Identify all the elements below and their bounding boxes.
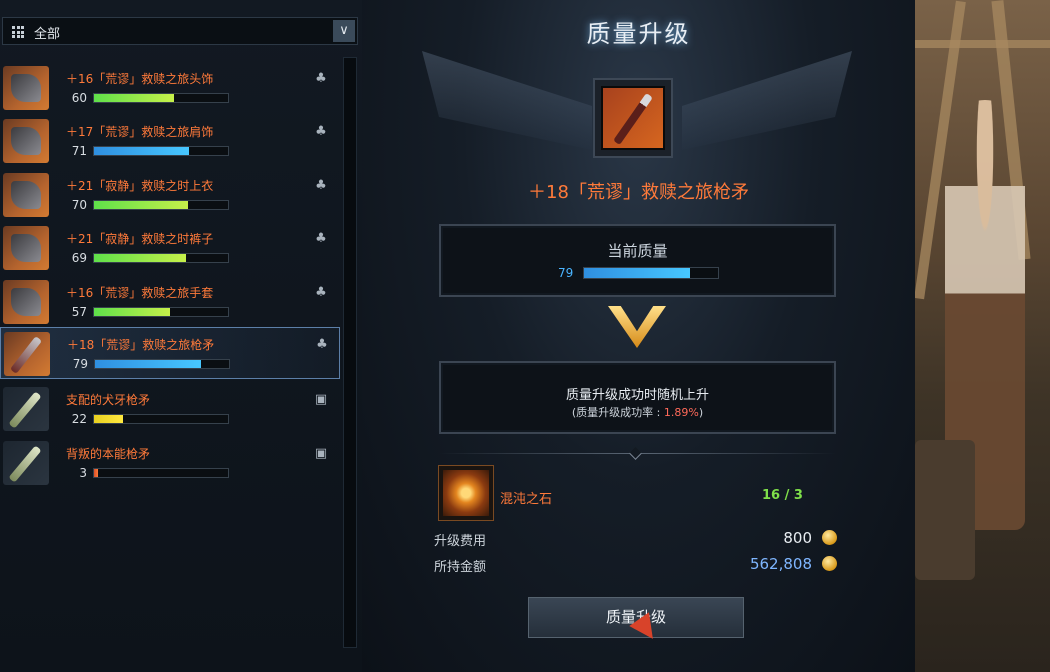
item-quality-bar — [93, 468, 229, 478]
item-quality-bar — [93, 307, 229, 317]
class-emblem-icon: ♣ — [315, 285, 327, 300]
class-emblem-icon: ♣ — [316, 337, 328, 352]
filter-dropdown[interactable]: 全部 ∨ — [2, 17, 358, 45]
item-quality-value: 22 — [71, 412, 87, 426]
item-quality-value: 3 — [79, 466, 87, 480]
current-quality-box: 当前质量 79 — [439, 224, 836, 297]
barrel — [915, 440, 975, 580]
quality-upgrade-panel: 质量升级 ＋18「荒谬」救赎之旅枪矛 当前质量 79 质量升级成功时随机上升 (… — [362, 0, 915, 672]
success-rate-value: 1.89% — [663, 406, 699, 419]
gold-coin-icon — [822, 530, 837, 545]
item-quality-bar — [94, 359, 230, 369]
chest-icon: ▣ — [314, 392, 328, 407]
current-quality-bar-fill — [584, 268, 690, 278]
upgrade-cost-value: 800 — [783, 529, 812, 547]
item-name: ＋21「寂静」救赎之时裤子 — [66, 232, 214, 246]
item-quality-bar-fill — [94, 254, 187, 262]
item-row[interactable]: ＋21「寂静」救赎之时上衣 70 ♣ — [0, 169, 340, 221]
material-name: 混沌之石 — [500, 492, 553, 507]
spear-icon — [4, 332, 50, 376]
item-quality-bar — [93, 93, 229, 103]
grid-icon — [12, 26, 24, 38]
current-quality-bar — [583, 267, 719, 279]
item-quality-value: 71 — [71, 144, 87, 158]
item-quality-bar — [93, 200, 229, 210]
upgrade-info-text: 质量升级成功时随机上升 — [565, 388, 709, 403]
item-quality-bar-fill — [94, 201, 188, 209]
upgrade-cost-label: 升级费用 — [434, 534, 487, 549]
wing-ornament — [682, 40, 852, 150]
item-name: ＋21「寂静」救赎之时上衣 — [66, 179, 214, 193]
class-emblem-icon: ♣ — [315, 231, 327, 246]
current-quality-value: 79 — [558, 266, 574, 280]
item-name: 支配的犬牙枪矛 — [66, 393, 151, 407]
item-quality-value: 79 — [72, 357, 88, 371]
class-emblem-icon: ♣ — [315, 124, 327, 139]
item-quality-value: 60 — [71, 91, 87, 105]
item-row[interactable]: ＋16「荒谬」救赎之旅头饰 60 ♣ — [0, 62, 340, 114]
owned-gold-label: 所持金额 — [434, 560, 487, 575]
item-name: ＋16「荒谬」救赎之旅头饰 — [66, 72, 214, 86]
item-quality-bar — [93, 253, 229, 263]
gloves-icon — [3, 280, 49, 324]
shoulder-icon — [3, 119, 49, 163]
item-row[interactable]: 背叛的本能枪矛 3 ▣ — [0, 437, 340, 489]
class-emblem-icon: ♣ — [315, 178, 327, 193]
filter-selected-label: 全部 — [34, 27, 61, 42]
item-quality-bar — [93, 414, 229, 424]
item-quality-value: 70 — [71, 198, 87, 212]
chaos-stone-icon — [443, 470, 489, 516]
item-quality-bar — [93, 146, 229, 156]
target-item-name: ＋18「荒谬」救赎之旅枪矛 — [528, 182, 749, 203]
chest-icon: ▣ — [314, 446, 328, 461]
owned-gold-value: 562,808 — [749, 555, 812, 573]
helmet-icon — [3, 66, 49, 110]
material-slot[interactable] — [438, 465, 494, 521]
item-quality-value: 57 — [71, 305, 87, 319]
item-quality-bar-fill — [94, 94, 175, 102]
spear-icon — [613, 92, 653, 146]
item-row[interactable]: ＋21「寂静」救赎之时裤子 69 ♣ — [0, 222, 340, 274]
success-rate-text: (质量升级成功率 : 1.89%) — [571, 406, 704, 419]
item-quality-bar-fill — [94, 147, 190, 155]
item-list-panel: 全部 ∨ ＋16「荒谬」救赎之旅头饰 60 ♣ ＋17「荒谬」救赎之旅肩饰 71 ♣ ＋21… — [0, 0, 363, 672]
gold-coin-icon — [822, 556, 837, 571]
item-name: ＋16「荒谬」救赎之旅手套 — [66, 286, 214, 300]
item-name: ＋18「荒谬」救赎之旅枪矛 — [67, 338, 215, 352]
scrollbar[interactable] — [343, 57, 357, 648]
target-item-slot[interactable] — [593, 78, 673, 158]
down-arrow-icon — [608, 306, 666, 348]
current-quality-label: 当前质量 — [607, 242, 668, 260]
class-emblem-icon: ♣ — [315, 71, 327, 86]
spear-plain-icon — [3, 441, 49, 485]
item-quality-bar-fill — [94, 469, 99, 477]
item-quality-bar-fill — [94, 415, 124, 423]
item-quality-bar-fill — [94, 308, 171, 316]
item-row[interactable]: ＋17「荒谬」救赎之旅肩饰 71 ♣ — [0, 115, 340, 167]
wing-ornament — [422, 51, 592, 150]
item-name: 背叛的本能枪矛 — [66, 447, 151, 461]
panel-title: 质量升级 — [586, 20, 691, 48]
material-count: 16 / 3 — [762, 488, 803, 503]
spear-plain-icon — [3, 387, 49, 431]
upgrade-info-box: 质量升级成功时随机上升 (质量升级成功率 : 1.89%) — [439, 361, 836, 434]
top-icon — [3, 173, 49, 217]
item-row[interactable]: ＋16「荒谬」救赎之旅手套 57 ♣ — [0, 276, 340, 328]
pants-icon — [3, 226, 49, 270]
item-row[interactable]: ＋18「荒谬」救赎之旅枪矛 79 ♣ — [0, 327, 340, 379]
item-name: ＋17「荒谬」救赎之旅肩饰 — [66, 125, 214, 139]
background-scene — [915, 0, 1050, 672]
item-quality-value: 69 — [71, 251, 87, 265]
chevron-down-icon[interactable]: ∨ — [333, 20, 355, 42]
section-divider — [439, 447, 836, 460]
item-row[interactable]: 支配的犬牙枪矛 22 ▣ — [0, 383, 340, 435]
item-quality-bar-fill — [95, 360, 201, 368]
